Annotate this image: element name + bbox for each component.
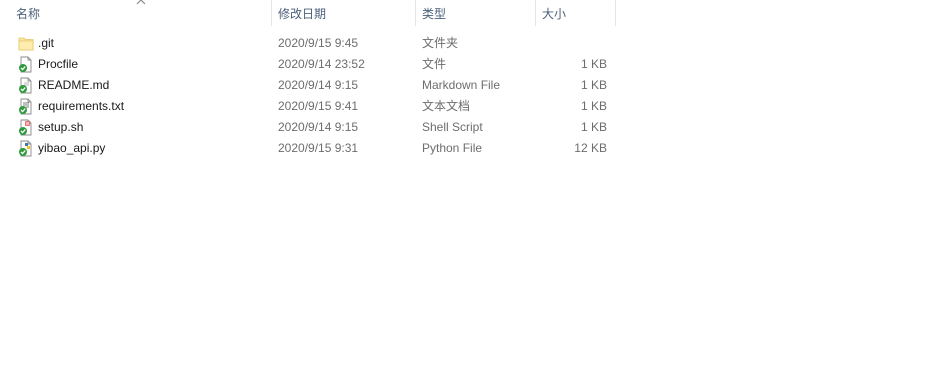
- file-type: 文件: [422, 57, 447, 71]
- python-file-synced-icon: [19, 140, 32, 157]
- file-name: README.md: [38, 78, 110, 92]
- column-header-type-label: 类型: [422, 7, 447, 21]
- file-row[interactable]: .git 2020/9/15 9:45 文件夹: [0, 33, 616, 54]
- file-row[interactable]: Procfile 2020/9/14 23:52 文件 1 KB: [0, 54, 616, 75]
- column-header-date-label: 修改日期: [278, 7, 327, 21]
- text-file-synced-icon: [19, 98, 32, 115]
- shell-script-synced-icon: [19, 119, 32, 136]
- file-date: 2020/9/14 9:15: [278, 120, 359, 134]
- markdown-file-synced-icon: [19, 77, 32, 94]
- file-name: setup.sh: [38, 120, 84, 134]
- file-date: 2020/9/15 9:45: [278, 36, 359, 50]
- file-name-cell: setup.sh: [16, 117, 266, 138]
- file-type: Markdown File: [422, 78, 501, 92]
- file-size: 1 KB: [580, 57, 607, 71]
- file-size: 1 KB: [580, 78, 607, 92]
- file-type: Python File: [422, 141, 483, 155]
- file-name-cell: README.md: [16, 75, 266, 96]
- file-date: 2020/9/15 9:41: [278, 99, 359, 113]
- file-name: Procfile: [38, 57, 79, 71]
- file-type: 文件夹: [422, 36, 459, 50]
- column-header-name-label: 名称: [16, 7, 41, 21]
- file-size: [540, 33, 607, 54]
- file-name-cell: yibao_api.py: [16, 138, 266, 159]
- file-type: Shell Script: [422, 120, 483, 134]
- file-date: 2020/9/14 23:52: [278, 57, 365, 71]
- sort-ascending-icon: [136, 0, 146, 5]
- file-date: 2020/9/14 9:15: [278, 78, 359, 92]
- column-header-size[interactable]: 大小: [536, 0, 614, 28]
- file-size: 12 KB: [574, 141, 607, 155]
- file-name-cell: requirements.txt: [16, 96, 266, 117]
- file-type: 文本文档: [422, 99, 471, 113]
- column-header-size-label: 大小: [542, 7, 567, 21]
- folder-icon: [18, 37, 34, 51]
- file-row[interactable]: requirements.txt 2020/9/15 9:41 文本文档 1 K…: [0, 96, 616, 117]
- column-divider[interactable]: [615, 0, 616, 26]
- file-name-cell: .git: [16, 33, 266, 54]
- file-row[interactable]: yibao_api.py 2020/9/15 9:31 Python File …: [0, 138, 616, 159]
- column-header-type[interactable]: 类型: [416, 0, 534, 28]
- file-name-cell: Procfile: [16, 54, 266, 75]
- file-size: 1 KB: [580, 99, 607, 113]
- file-list-view: 名称 修改日期 类型 大小 .git 2020/9/15 9:45 文件夹 Pr…: [0, 0, 937, 375]
- file-row[interactable]: setup.sh 2020/9/14 9:15 Shell Script 1 K…: [0, 117, 616, 138]
- file-size: 1 KB: [580, 120, 607, 134]
- file-name: yibao_api.py: [38, 141, 106, 155]
- file-row[interactable]: README.md 2020/9/14 9:15 Markdown File 1…: [0, 75, 616, 96]
- file-synced-icon: [19, 56, 32, 73]
- column-header-row: 名称 修改日期 类型 大小: [0, 0, 616, 28]
- file-name: .git: [38, 36, 55, 50]
- column-header-date[interactable]: 修改日期: [272, 0, 414, 28]
- file-name: requirements.txt: [38, 99, 125, 113]
- file-date: 2020/9/15 9:31: [278, 141, 359, 155]
